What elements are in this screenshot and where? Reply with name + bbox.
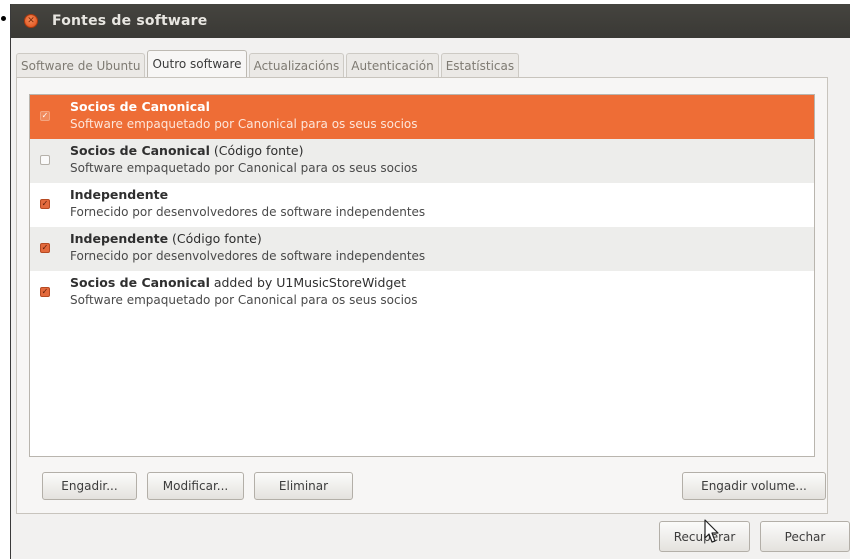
source-enabled-checkbox[interactable]: ✓ (40, 199, 50, 209)
tab-authentication[interactable]: Autenticación (346, 53, 439, 77)
source-description: Software empaquetado por Canonical para … (70, 293, 418, 307)
source-title: Socios de Canonical added by U1MusicStor… (70, 275, 406, 290)
mouse-pointer-icon (704, 519, 719, 543)
close-button[interactable]: Pechar (760, 521, 850, 552)
source-description: Software empaquetado por Canonical para … (70, 161, 418, 175)
tab-updates[interactable]: Actualizacións (248, 53, 345, 77)
add-volume-button[interactable]: Engadir volume... (682, 472, 826, 500)
list-item-source[interactable]: ✓ Socios de Canonical Software empaqueta… (30, 95, 814, 139)
source-description: Fornecido por desenvolvedores de softwar… (70, 249, 426, 263)
list-item-source[interactable]: ✓ Independente (Código fonte) Fornecido … (30, 227, 814, 271)
title-bar[interactable]: ✕ Fontes de software (11, 4, 850, 38)
window-title: Fontes de software (52, 13, 208, 29)
tab-other-software[interactable]: Outro software (147, 50, 247, 77)
source-title: Independente (70, 187, 169, 202)
edit-button[interactable]: Modificar... (147, 472, 244, 500)
bullet-point (1, 16, 6, 21)
tab-bar: Software de Ubuntu Outro software Actual… (16, 50, 521, 77)
add-button[interactable]: Engadir... (42, 472, 137, 500)
sources-list: ✓ Socios de Canonical Software empaqueta… (29, 94, 815, 457)
check-icon: ✓ (41, 243, 49, 252)
tab-statistics[interactable]: Estatísticas (440, 53, 520, 77)
remove-button[interactable]: Eliminar (254, 472, 353, 500)
source-title: Independente (Código fonte) (70, 231, 262, 246)
source-enabled-checkbox[interactable]: ✓ (40, 111, 50, 121)
check-icon: ✓ (41, 287, 49, 296)
source-title: Socios de Canonical (70, 99, 210, 114)
list-item-source[interactable]: Socios de Canonical (Código fonte) Softw… (30, 139, 814, 183)
source-enabled-checkbox[interactable]: ✓ (40, 243, 50, 253)
close-icon: ✕ (27, 15, 35, 26)
tab-ubuntu-software[interactable]: Software de Ubuntu (16, 53, 146, 77)
check-icon: ✓ (41, 111, 49, 120)
source-title: Socios de Canonical (Código fonte) (70, 143, 304, 158)
list-item-source[interactable]: ✓ Independente Fornecido por desenvolved… (30, 183, 814, 227)
check-icon: ✓ (41, 199, 49, 208)
window-close-button[interactable]: ✕ (24, 14, 38, 28)
source-enabled-checkbox[interactable]: ✓ (40, 287, 50, 297)
list-item-source[interactable]: ✓ Socios de Canonical added by U1MusicSt… (30, 271, 814, 315)
source-description: Fornecido por desenvolvedores de softwar… (70, 205, 426, 219)
source-description: Software empaquetado por Canonical para … (70, 117, 418, 131)
source-enabled-checkbox[interactable] (40, 155, 50, 165)
